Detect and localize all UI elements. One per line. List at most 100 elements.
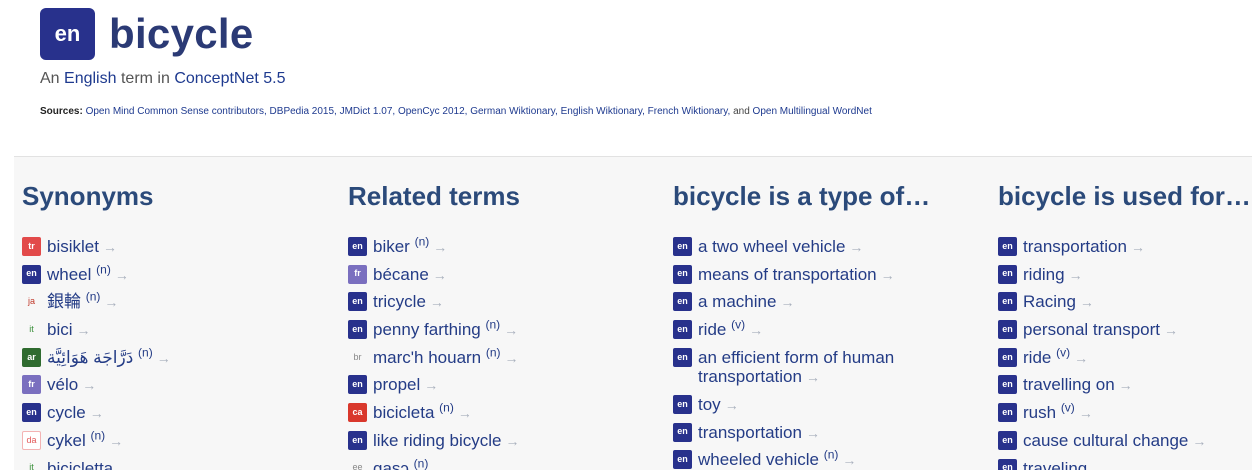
relation-term[interactable]: vélo → <box>47 375 96 396</box>
relation-term[interactable]: cykel (n) → <box>47 429 123 452</box>
relation-item[interactable]: en an efficient form of human transportat… <box>673 347 938 388</box>
relation-term[interactable]: wheeled vehicle (n) → <box>698 449 856 470</box>
relation-item[interactable]: br marc'h houarn (n) → <box>348 346 520 369</box>
relation-item[interactable]: en toy → <box>673 394 938 416</box>
relation-term[interactable]: bisiklet → <box>47 237 117 258</box>
relation-item[interactable]: ar دَرَّاجَة هَوَائِيَّة (n) → <box>22 346 171 369</box>
relation-item[interactable]: en like riding bicycle → <box>348 430 520 452</box>
arrow-right-icon[interactable]: → <box>1069 267 1083 283</box>
relation-term[interactable]: biker (n) → <box>373 235 447 258</box>
relation-term[interactable]: transportation → <box>1023 237 1145 258</box>
arrow-right-icon[interactable]: → <box>1131 239 1145 255</box>
relation-term[interactable]: rush (v) → <box>1023 401 1093 424</box>
relation-item[interactable]: en transportation → <box>673 422 938 444</box>
arrow-right-icon[interactable]: → <box>82 377 96 393</box>
relation-term[interactable]: 銀輪 (n) → <box>47 291 118 313</box>
relation-term[interactable]: cycle → <box>47 403 104 424</box>
relation-item[interactable]: en tricycle → <box>348 292 520 313</box>
relation-term[interactable]: penny farthing (n) → <box>373 318 518 341</box>
sources-last-link[interactable]: Open Multilingual WordNet <box>753 106 872 117</box>
relation-item[interactable]: en cause cultural change → <box>998 430 1206 452</box>
arrow-right-icon[interactable]: → <box>109 433 123 449</box>
relation-term[interactable]: Racing → <box>1023 292 1094 313</box>
language-link[interactable]: English <box>64 70 116 87</box>
relation-term[interactable]: toy → <box>698 395 739 416</box>
relation-term[interactable]: traveling → <box>1023 459 1105 470</box>
arrow-right-icon[interactable]: → <box>1091 461 1105 470</box>
relation-term[interactable]: riding → <box>1023 265 1083 286</box>
relation-item[interactable]: ee gasɔ (n) → <box>348 457 520 470</box>
relation-item[interactable]: en cycle → <box>22 403 171 424</box>
relation-item[interactable]: en traveling → <box>998 458 1206 470</box>
relation-term[interactable]: propel → <box>373 375 438 396</box>
relation-item[interactable]: it bicicletta → <box>22 459 171 470</box>
sources-links[interactable]: Open Mind Common Sense contributors, DBP… <box>86 106 731 117</box>
relation-term[interactable]: cause cultural change → <box>1023 431 1206 452</box>
conceptnet-link[interactable]: ConceptNet 5.5 <box>174 70 285 87</box>
arrow-right-icon[interactable]: → <box>505 350 519 366</box>
relation-item[interactable]: en means of transportation → <box>673 264 938 286</box>
relation-item[interactable]: en Racing → <box>998 292 1206 313</box>
relation-term[interactable]: bici → <box>47 320 91 341</box>
relation-term[interactable]: wheel (n) → <box>47 263 129 286</box>
arrow-right-icon[interactable]: → <box>780 294 794 310</box>
arrow-right-icon[interactable]: → <box>1119 377 1133 393</box>
arrow-right-icon[interactable]: → <box>1080 294 1094 310</box>
arrow-right-icon[interactable]: → <box>842 452 856 468</box>
relation-item[interactable]: da cykel (n) → <box>22 429 171 452</box>
relation-term[interactable]: transportation → <box>698 423 820 444</box>
arrow-right-icon[interactable]: → <box>881 267 895 283</box>
relation-item[interactable]: en riding → <box>998 264 1206 286</box>
relation-term[interactable]: tricycle → <box>373 292 444 313</box>
relation-item[interactable]: en rush (v) → <box>998 401 1206 424</box>
relation-item[interactable]: en ride (v) → <box>673 318 938 341</box>
relation-term[interactable]: an efficient form of human transportatio… <box>698 348 938 388</box>
arrow-right-icon[interactable]: → <box>432 461 446 470</box>
relation-term[interactable]: gasɔ (n) → <box>373 457 446 470</box>
relation-item[interactable]: en ride (v) → <box>998 346 1206 369</box>
arrow-right-icon[interactable]: → <box>115 267 129 283</box>
arrow-right-icon[interactable]: → <box>103 239 117 255</box>
arrow-right-icon[interactable]: → <box>433 239 447 255</box>
language-badge[interactable]: en <box>40 8 95 60</box>
arrow-right-icon[interactable]: → <box>430 294 444 310</box>
arrow-right-icon[interactable]: → <box>749 322 763 338</box>
arrow-right-icon[interactable]: → <box>504 322 518 338</box>
relation-item[interactable]: en transportation → <box>998 237 1206 258</box>
relation-item[interactable]: en wheel (n) → <box>22 263 171 286</box>
relation-item[interactable]: tr bisiklet → <box>22 237 171 258</box>
relation-item[interactable]: en travelling on → <box>998 375 1206 396</box>
arrow-right-icon[interactable]: → <box>1164 322 1178 338</box>
relation-item[interactable]: en personal transport → <box>998 320 1206 341</box>
arrow-right-icon[interactable]: → <box>117 461 131 470</box>
relation-item[interactable]: en biker (n) → <box>348 235 520 258</box>
relation-term[interactable]: marc'h houarn (n) → <box>373 346 519 369</box>
relation-item[interactable]: fr bécane → <box>348 264 520 286</box>
arrow-right-icon[interactable]: → <box>806 369 820 385</box>
arrow-right-icon[interactable]: → <box>506 433 520 449</box>
relation-item[interactable]: en a two wheel vehicle → <box>673 237 938 258</box>
arrow-right-icon[interactable]: → <box>1192 433 1206 449</box>
relation-term[interactable]: personal transport → <box>1023 320 1178 341</box>
relation-item[interactable]: en penny farthing (n) → <box>348 318 520 341</box>
relation-item[interactable]: ca bicicleta (n) → <box>348 401 520 424</box>
relation-term[interactable]: a machine → <box>698 292 794 313</box>
relation-item[interactable]: it bici → <box>22 320 171 341</box>
arrow-right-icon[interactable]: → <box>849 239 863 255</box>
arrow-right-icon[interactable]: → <box>104 294 118 310</box>
relation-term[interactable]: ride (v) → <box>1023 346 1088 369</box>
arrow-right-icon[interactable]: → <box>157 350 171 366</box>
relation-item[interactable]: en propel → <box>348 375 520 396</box>
relation-term[interactable]: a two wheel vehicle → <box>698 237 863 258</box>
arrow-right-icon[interactable]: → <box>1079 405 1093 421</box>
relation-term[interactable]: travelling on → <box>1023 375 1133 396</box>
arrow-right-icon[interactable]: → <box>725 397 739 413</box>
arrow-right-icon[interactable]: → <box>806 425 820 441</box>
relation-term[interactable]: bécane → <box>373 265 447 286</box>
relation-term[interactable]: دَرَّاجَة هَوَائِيَّة (n) → <box>47 346 171 369</box>
arrow-right-icon[interactable]: → <box>77 322 91 338</box>
relation-term[interactable]: ride (v) → <box>698 318 763 341</box>
relation-item[interactable]: en a machine → <box>673 292 938 313</box>
relation-item[interactable]: fr vélo → <box>22 375 171 396</box>
arrow-right-icon[interactable]: → <box>424 377 438 393</box>
